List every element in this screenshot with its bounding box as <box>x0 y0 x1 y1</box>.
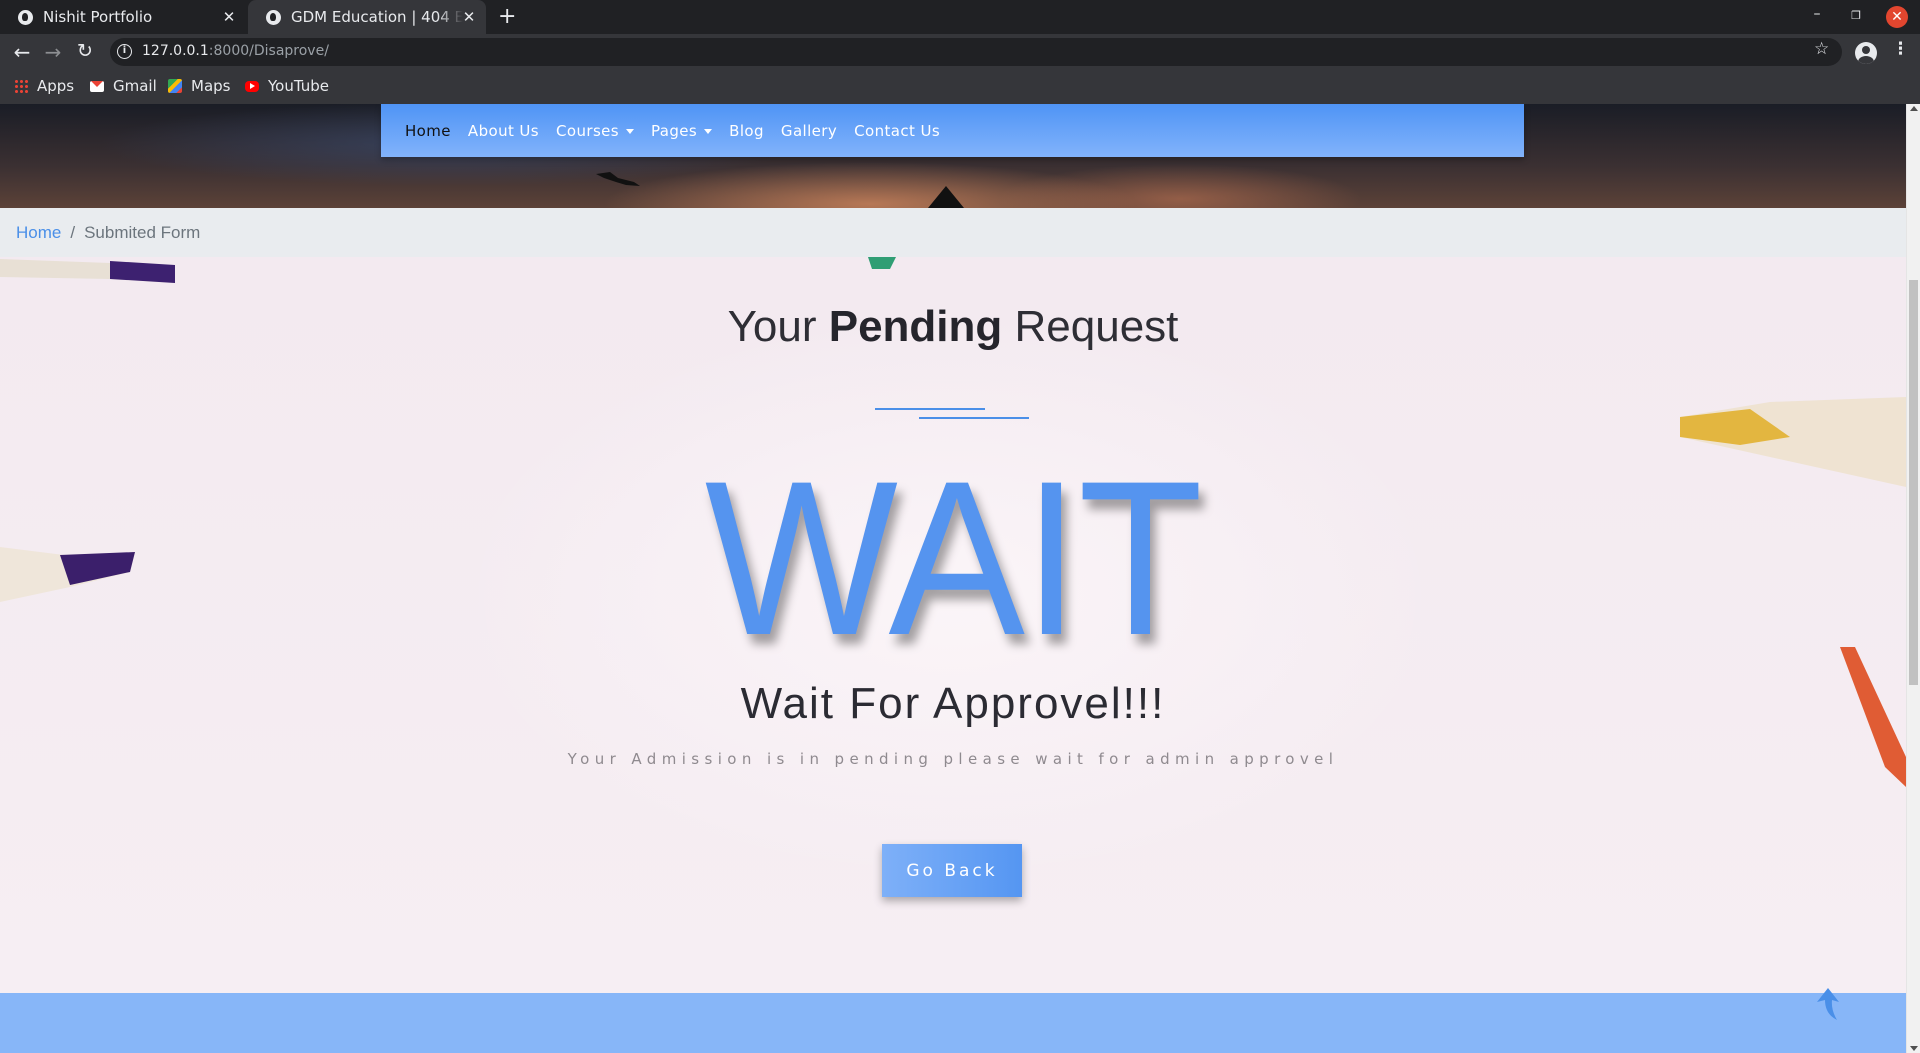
bookmarks-bar: Apps Gmail Maps YouTube <box>0 72 1920 98</box>
apps-grid-icon <box>14 79 28 93</box>
nav-gallery[interactable]: Gallery <box>781 122 837 140</box>
title-underline-decoration <box>919 417 1029 419</box>
title-underline-decoration <box>875 408 985 410</box>
globe-icon <box>18 9 33 25</box>
restore-window-button[interactable]: ❐ <box>1846 9 1866 22</box>
page-viewport: Home About Us Courses Pages Blog Gallery… <box>0 104 1906 1053</box>
nav-contact-us[interactable]: Contact Us <box>854 122 940 140</box>
browser-toolbar: ← → ↻ i 127.0.0.1:8000/Disaprove/ ☆ ⋮ Ap… <box>0 34 1920 104</box>
caret-down-icon <box>704 128 713 134</box>
bookmark-youtube[interactable]: YouTube <box>245 77 329 95</box>
browser-tab-gdm-education[interactable]: GDM Education | 404 Error ✕ <box>248 0 486 34</box>
back-arrow-icon[interactable]: ← <box>9 40 35 64</box>
page-scrollbar[interactable] <box>1906 104 1920 1053</box>
reload-icon[interactable]: ↻ <box>72 40 98 62</box>
new-tab-button[interactable]: + <box>498 4 516 29</box>
close-tab-icon[interactable]: ✕ <box>220 8 238 26</box>
breadcrumb-separator: / <box>70 222 76 242</box>
page-title: Your Pending Request <box>727 302 1179 351</box>
bookmark-maps[interactable]: Maps <box>168 77 230 95</box>
scroll-up-arrow-icon[interactable] <box>1910 106 1918 111</box>
bookmark-star-icon[interactable]: ☆ <box>1814 39 1829 59</box>
nav-home[interactable]: Home <box>405 122 451 140</box>
tab-title: Nishit Portfolio <box>43 8 153 26</box>
footer-band <box>0 993 1906 1053</box>
minimize-window-button[interactable]: – <box>1807 6 1827 22</box>
bird-silhouette <box>596 172 640 186</box>
nav-courses-dropdown[interactable]: Courses <box>556 122 635 140</box>
nav-pages-dropdown[interactable]: Pages <box>651 122 713 140</box>
back-to-top-arrow-icon[interactable] <box>1815 988 1841 1022</box>
forward-arrow-icon[interactable]: → <box>40 40 66 64</box>
address-bar[interactable]: i 127.0.0.1:8000/Disaprove/ <box>110 38 1842 66</box>
purple-pencil-decoration <box>0 259 175 283</box>
main-navbar: Home About Us Courses Pages Blog Gallery… <box>381 104 1524 157</box>
breadcrumb: Home / Submited Form <box>0 208 1906 257</box>
bookmark-apps[interactable]: Apps <box>14 77 74 95</box>
approval-heading: Wait For Approvel!!! <box>740 679 1166 728</box>
browser-menu-icon[interactable]: ⋮ <box>1892 39 1909 59</box>
bookmark-gmail[interactable]: Gmail <box>90 77 157 95</box>
close-tab-icon[interactable]: ✕ <box>460 8 478 26</box>
maps-icon <box>168 79 182 93</box>
tab-title: GDM Education | 404 Error <box>291 8 463 26</box>
gmail-icon <box>90 80 104 92</box>
nav-blog[interactable]: Blog <box>729 122 764 140</box>
close-window-button[interactable]: ✕ <box>1886 6 1908 28</box>
youtube-icon <box>245 80 259 92</box>
scrollbar-thumb[interactable] <box>1909 280 1918 685</box>
scroll-down-arrow-icon[interactable] <box>1910 1046 1918 1051</box>
pending-message: Your Admission is in pending please wait… <box>567 750 1339 768</box>
green-pencil-tip-decoration <box>868 257 896 269</box>
browser-tab-nishit-portfolio[interactable]: Nishit Portfolio ✕ <box>0 0 246 34</box>
profile-avatar-icon[interactable] <box>1855 42 1877 64</box>
caret-down-icon <box>626 128 635 134</box>
wait-display-text: WAIT <box>704 435 1203 681</box>
site-info-icon[interactable]: i <box>117 44 132 59</box>
address-url[interactable]: 127.0.0.1:8000/Disaprove/ <box>142 43 329 59</box>
go-back-button[interactable]: Go Back <box>882 844 1022 897</box>
roof-silhouette <box>928 186 964 208</box>
browser-tab-strip: Nishit Portfolio ✕ GDM Education | 404 E… <box>0 0 1920 34</box>
breadcrumb-current: Submited Form <box>84 222 201 242</box>
title-emphasis: Pending <box>828 302 1003 351</box>
globe-icon <box>266 9 281 25</box>
nav-about-us[interactable]: About Us <box>468 122 539 140</box>
breadcrumb-home-link[interactable]: Home <box>16 223 61 243</box>
